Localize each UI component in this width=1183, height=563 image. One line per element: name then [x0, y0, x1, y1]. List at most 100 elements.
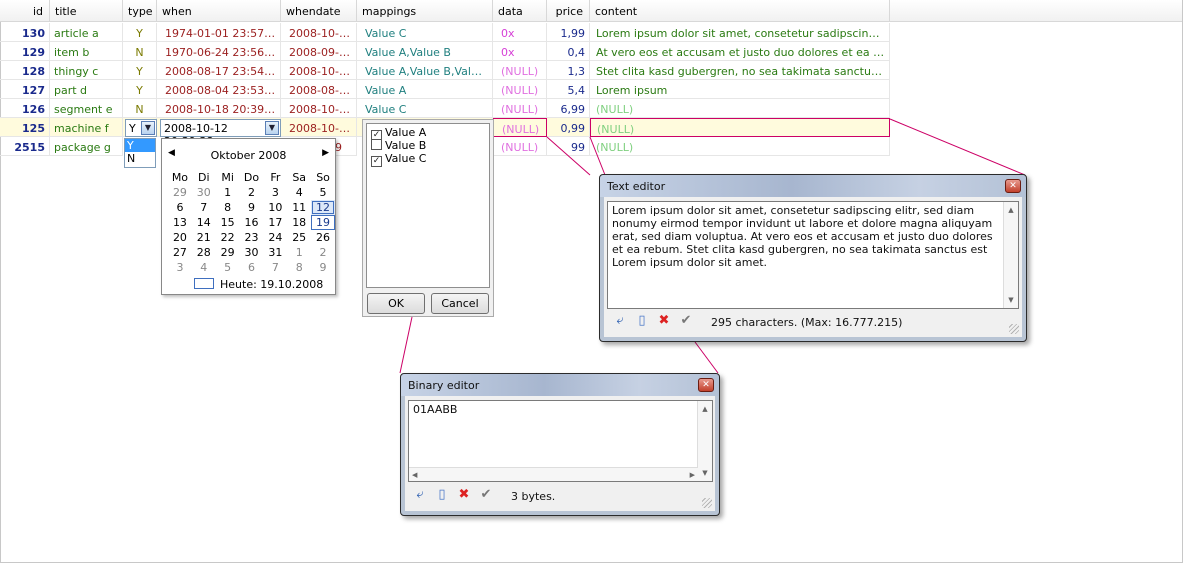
cell-price[interactable]: 1,99: [547, 23, 590, 42]
calendar-day[interactable]: 7: [192, 200, 216, 215]
cell-title[interactable]: part d: [50, 80, 123, 99]
calendar-day[interactable]: 25: [287, 230, 311, 245]
calendar-day[interactable]: 30: [192, 185, 216, 200]
calendar-day[interactable]: 24: [263, 230, 287, 245]
cell-price[interactable]: 0,99: [547, 118, 590, 137]
cancel-button[interactable]: Cancel: [431, 293, 489, 314]
calendar-day-today[interactable]: 19: [311, 215, 335, 230]
type-option-y[interactable]: Y: [125, 139, 155, 152]
scroll-left-icon[interactable]: ◀: [412, 469, 417, 482]
cell-type[interactable]: N: [123, 42, 157, 61]
checklist-item-value-c[interactable]: ✓ Value C: [367, 152, 489, 167]
calendar-day[interactable]: 27: [168, 245, 192, 260]
wrap-icon[interactable]: ⤶: [611, 313, 629, 331]
cell-content[interactable]: Lorem ipsum: [590, 80, 890, 99]
cell-title[interactable]: article a: [50, 23, 123, 42]
checklist-item-value-a[interactable]: ✓ Value A: [367, 126, 489, 141]
resize-grip-icon[interactable]: [702, 498, 712, 508]
type-combo[interactable]: Y ▼: [125, 119, 157, 137]
cancel-icon[interactable]: ✖: [455, 487, 473, 505]
cell-title[interactable]: machine f: [50, 118, 123, 137]
calendar-day[interactable]: 17: [263, 215, 287, 230]
calendar-day[interactable]: 2: [240, 185, 264, 200]
calendar-day-selected[interactable]: 12: [311, 200, 335, 215]
calendar-day[interactable]: 5: [216, 260, 240, 275]
cell-whendate[interactable]: 2008-10-01: [281, 61, 357, 80]
cell-content[interactable]: (NULL): [590, 137, 890, 156]
load-file-icon[interactable]: ▯: [433, 487, 451, 505]
cell-id[interactable]: 127: [0, 80, 50, 99]
cell-price[interactable]: 99: [547, 137, 590, 156]
calendar-day[interactable]: 2: [311, 245, 335, 260]
cell-type[interactable]: Y: [123, 23, 157, 42]
apply-icon[interactable]: ✔: [477, 487, 495, 505]
scroll-down-icon[interactable]: ▼: [1004, 294, 1018, 306]
calendar-day[interactable]: 23: [240, 230, 264, 245]
calendar-day[interactable]: 20: [168, 230, 192, 245]
checkbox-checked-icon[interactable]: ✓: [371, 156, 382, 167]
calendar-day[interactable]: 31: [263, 245, 287, 260]
cell-title[interactable]: segment e: [50, 99, 123, 118]
cell-type[interactable]: Y: [123, 61, 157, 80]
calendar-day[interactable]: 29: [216, 245, 240, 260]
cell-content[interactable]: (NULL): [590, 99, 890, 118]
cell-type[interactable]: Y: [123, 80, 157, 99]
column-header-whendate[interactable]: whendate: [281, 0, 357, 22]
cell-data[interactable]: (NULL): [493, 61, 547, 80]
column-header-when[interactable]: when: [157, 0, 281, 22]
datetime-input[interactable]: 2008-10-12 20:39:38 ▼: [160, 119, 281, 148]
calendar-day[interactable]: 26: [311, 230, 335, 245]
checklist-item-value-b[interactable]: Value B: [367, 139, 489, 152]
cell-whendate[interactable]: 2008-10-09: [281, 118, 357, 137]
calendar-day[interactable]: 9: [311, 260, 335, 275]
cell-whendate[interactable]: 2008-09-29: [281, 42, 357, 61]
calendar-day[interactable]: 6: [168, 200, 192, 215]
column-header-mappings[interactable]: mappings: [357, 0, 493, 22]
today-link[interactable]: Heute: 19.10.2008: [194, 278, 323, 291]
text-editor-textarea[interactable]: Lorem ipsum dolor sit amet, consetetur s…: [607, 201, 1019, 309]
cell-price[interactable]: 6,99: [547, 99, 590, 118]
column-header-type[interactable]: type: [123, 0, 157, 22]
cell-price[interactable]: 1,3: [547, 61, 590, 80]
cell-id[interactable]: 2515: [0, 137, 50, 156]
cell-whendate[interactable]: 2008-10-31: [281, 23, 357, 42]
calendar-day[interactable]: 6: [240, 260, 264, 275]
calendar-day[interactable]: 16: [240, 215, 264, 230]
cell-content[interactable]: Lorem ipsum dolor sit amet, consetetur s…: [590, 23, 890, 42]
cell-data[interactable]: (NULL): [493, 99, 547, 118]
calendar-day[interactable]: 5: [311, 185, 335, 200]
calendar-day[interactable]: 1: [287, 245, 311, 260]
calendar-day[interactable]: 22: [216, 230, 240, 245]
cell-mappings[interactable]: Value C: [357, 23, 493, 42]
horizontal-scrollbar[interactable]: ◀ ▶: [409, 467, 698, 481]
cell-mappings[interactable]: Value A: [357, 80, 493, 99]
calendar-day[interactable]: 4: [287, 185, 311, 200]
next-month-icon[interactable]: ▶: [322, 148, 329, 158]
cell-whendate[interactable]: 2008-08-11: [281, 80, 357, 99]
calendar-day[interactable]: 11: [287, 200, 311, 215]
scroll-down-icon[interactable]: ▼: [698, 467, 712, 479]
cell-price[interactable]: 5,4: [547, 80, 590, 99]
type-option-n[interactable]: N: [125, 152, 155, 165]
cell-id[interactable]: 128: [0, 61, 50, 80]
resize-grip-icon[interactable]: [1009, 324, 1019, 334]
cell-when[interactable]: 2008-10-18 20:39:24: [157, 99, 281, 118]
cell-when[interactable]: 2008-08-17 23:54:54: [157, 61, 281, 80]
cell-id[interactable]: 125: [0, 118, 50, 137]
cell-id[interactable]: 130: [0, 23, 50, 42]
cell-when[interactable]: 1974-01-01 23:57:02: [157, 23, 281, 42]
cancel-icon[interactable]: ✖: [655, 313, 673, 331]
wrap-icon[interactable]: ⤶: [411, 487, 429, 505]
apply-icon[interactable]: ✔: [677, 313, 695, 331]
chevron-down-icon[interactable]: ▼: [265, 121, 279, 135]
checkbox-unchecked-icon[interactable]: [371, 139, 382, 150]
calendar-day[interactable]: 9: [240, 200, 264, 215]
cell-mappings[interactable]: Value C: [357, 99, 493, 118]
calendar-day[interactable]: 3: [168, 260, 192, 275]
cell-content[interactable]: Stet clita kasd gubergren, no sea takima…: [590, 61, 890, 80]
calendar-day[interactable]: 8: [216, 200, 240, 215]
cell-mappings[interactable]: Value A,Value B: [357, 42, 493, 61]
calendar-day[interactable]: 10: [263, 200, 287, 215]
calendar-day[interactable]: 7: [263, 260, 287, 275]
binary-editor-textarea[interactable]: 01AABB ▲ ▼ ◀ ▶: [408, 400, 713, 482]
